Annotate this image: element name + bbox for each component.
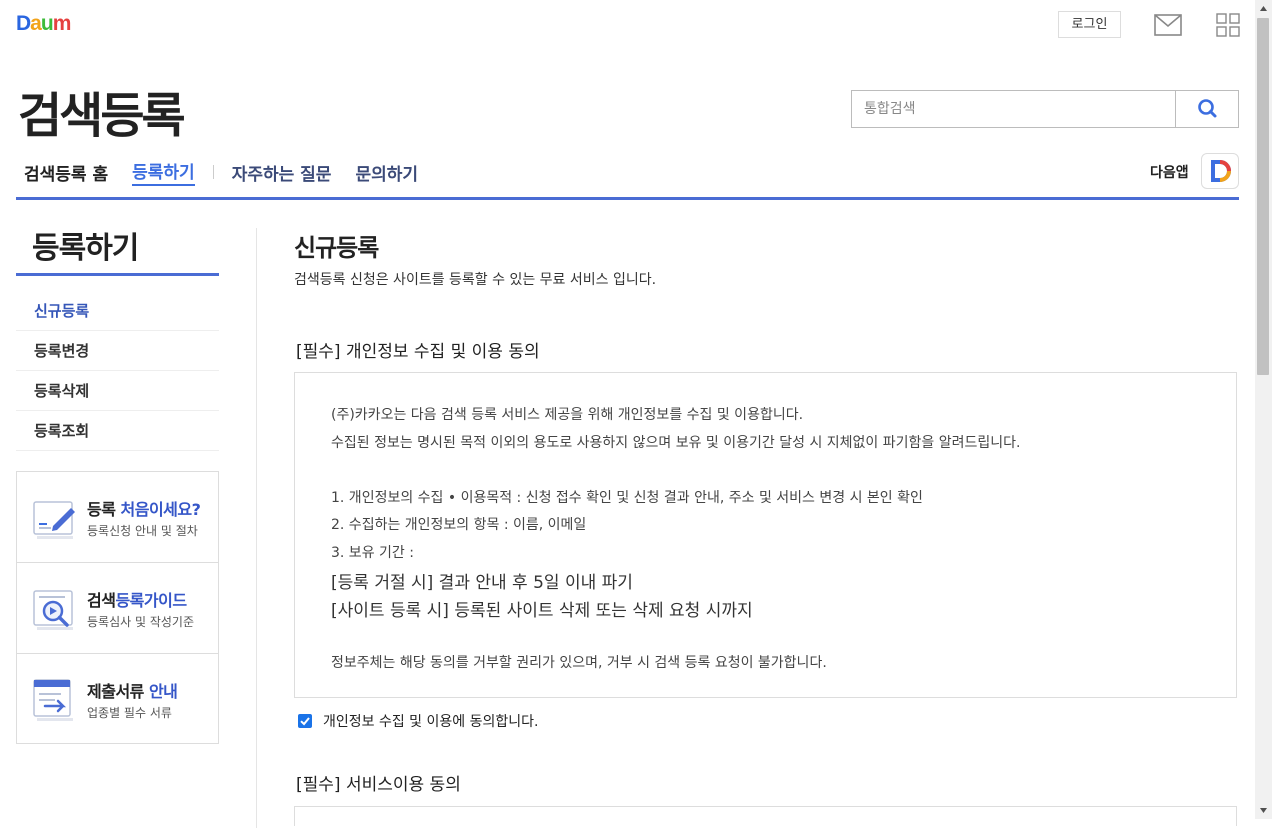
- sidebar-menu: 신규등록 등록변경 등록삭제 등록조회: [16, 291, 219, 451]
- banner-documents[interactable]: 제출서류 안내 업종별 필수 서류: [17, 654, 218, 743]
- column-divider: [256, 228, 257, 828]
- agreement-line: 정보주체는 해당 동의를 거부할 권리가 있으며, 거부 시 검색 등록 요청이…: [331, 655, 827, 671]
- documents-arrow-icon: [31, 676, 79, 724]
- scroll-down-arrow-icon[interactable]: [1255, 802, 1272, 819]
- service-agreement-box[interactable]: [294, 806, 1237, 826]
- logo-letter-m: m: [52, 12, 72, 35]
- sidebar-banners: 등록 처음이세요? 등록신청 안내 및 절차 검색등록가이드 등록심사 및 작성…: [16, 471, 219, 744]
- agreement-line: 2. 수집하는 개인정보의 항목 : 이름, 이메일: [331, 517, 587, 533]
- banner-documents-title: 제출서류 안내: [87, 678, 178, 702]
- agreement-line: [등록 거절 시] 결과 안내 후 5일 이내 파기: [331, 573, 633, 593]
- section-service-title: [필수] 서비스이용 동의: [296, 775, 461, 795]
- agreement-line: (주)카카오는 다음 검색 등록 서비스 제공을 위해 개인정보를 수집 및 이…: [331, 407, 804, 423]
- consent-checkbox[interactable]: [298, 714, 312, 728]
- nav-register[interactable]: 등록하기: [132, 158, 195, 186]
- agreement-line: 3. 보유 기간 :: [331, 545, 414, 561]
- nav-contact[interactable]: 문의하기: [355, 160, 418, 185]
- banner-first-time[interactable]: 등록 처음이세요? 등록신청 안내 및 절차: [17, 472, 218, 563]
- banner-guide[interactable]: 검색등록가이드 등록심사 및 작성기준: [17, 563, 218, 654]
- search-box: [851, 90, 1239, 128]
- sidebar-item-new[interactable]: 신규등록: [16, 291, 219, 331]
- nav-faq[interactable]: 자주하는 질문: [232, 160, 332, 185]
- search-icon: [1198, 99, 1217, 118]
- pencil-document-icon: [31, 494, 79, 542]
- scroll-up-arrow-icon[interactable]: [1255, 0, 1272, 17]
- agreement-line: [사이트 등록 시] 등록된 사이트 삭제 또는 삭제 요청 시까지: [331, 601, 753, 621]
- consent-row: 개인정보 수집 및 이용에 동의합니다.: [298, 711, 538, 731]
- logo-letter-a: a: [30, 12, 42, 35]
- sidebar-item-delete[interactable]: 등록삭제: [16, 371, 219, 411]
- main-nav: 검색등록 홈 등록하기 자주하는 질문 문의하기: [24, 158, 442, 186]
- check-icon: [300, 717, 310, 726]
- consent-checkbox-label[interactable]: 개인정보 수집 및 이용에 동의합니다.: [323, 711, 538, 731]
- sidebar-item-change[interactable]: 등록변경: [16, 331, 219, 371]
- grid-apps-icon[interactable]: [1216, 13, 1240, 37]
- nav-underline: [16, 197, 1239, 200]
- banner-documents-subtitle: 업종별 필수 서류: [87, 706, 172, 720]
- content-description: 검색등록 신청은 사이트를 등록할 수 있는 무료 서비스 입니다.: [294, 272, 657, 288]
- banner-guide-subtitle: 등록심사 및 작성기준: [87, 615, 194, 629]
- scrollbar-thumb[interactable]: [1257, 18, 1269, 375]
- search-button[interactable]: [1175, 90, 1238, 128]
- search-input[interactable]: [852, 91, 1201, 127]
- banner-documents-title-plain: 제출서류: [87, 682, 149, 701]
- nav-divider: [212, 165, 214, 179]
- login-button[interactable]: 로그인: [1058, 11, 1121, 38]
- nav-home[interactable]: 검색등록 홈: [24, 160, 108, 185]
- banner-guide-title-plain: 검색: [87, 591, 116, 610]
- daum-app-icon: [1211, 160, 1231, 182]
- sidebar-item-lookup[interactable]: 등록조회: [16, 411, 219, 451]
- page-title[interactable]: 검색등록: [18, 76, 186, 146]
- section-privacy-title: [필수] 개인정보 수집 및 이용 동의: [296, 342, 540, 362]
- magnifier-document-icon: [31, 585, 79, 633]
- banner-guide-title-highlight: 등록가이드: [115, 591, 187, 610]
- logo-letter-d: D: [16, 12, 31, 35]
- sidebar-title: 등록하기: [32, 231, 139, 266]
- banner-guide-title: 검색등록가이드: [87, 587, 187, 611]
- banner-first-time-title-plain: 등록: [87, 500, 121, 519]
- page-scrollbar[interactable]: [1255, 0, 1272, 819]
- banner-first-time-title: 등록 처음이세요?: [87, 496, 201, 520]
- content-title: 신규등록: [294, 234, 379, 262]
- daum-logo[interactable]: Daum: [16, 12, 72, 36]
- agreement-line: 수집된 정보는 명시된 목적 이외의 용도로 사용하지 않으며 보유 및 이용기…: [331, 435, 1021, 451]
- privacy-agreement-box[interactable]: (주)카카오는 다음 검색 등록 서비스 제공을 위해 개인정보를 수집 및 이…: [294, 372, 1237, 698]
- banner-first-time-subtitle: 등록신청 안내 및 절차: [87, 524, 198, 538]
- agreement-line: 1. 개인정보의 수집 • 이용목적 : 신청 접수 확인 및 신청 결과 안내…: [331, 490, 923, 506]
- banner-documents-title-highlight: 안내: [148, 682, 178, 701]
- daum-app-label[interactable]: 다음앱: [1150, 162, 1189, 182]
- sidebar-title-underline: [16, 273, 219, 276]
- mail-icon[interactable]: [1154, 14, 1182, 36]
- logo-letter-u: u: [40, 12, 54, 35]
- banner-first-time-title-highlight: 처음이세요?: [120, 500, 201, 519]
- daum-app-button[interactable]: [1201, 153, 1239, 189]
